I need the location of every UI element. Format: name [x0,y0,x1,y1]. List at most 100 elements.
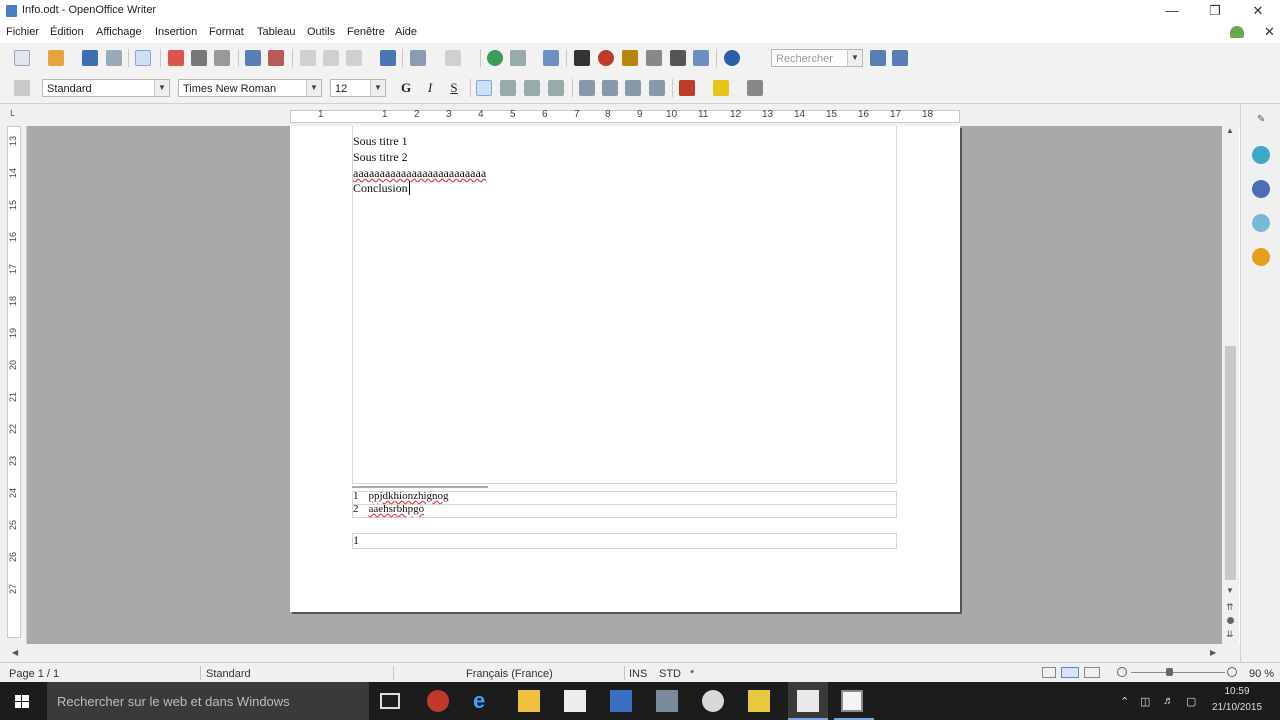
decrease-indent-icon[interactable] [625,80,641,96]
font-color-icon[interactable] [679,80,695,96]
menu-fenetre[interactable]: Fenêtre [347,26,385,38]
book-view-icon[interactable] [1084,667,1100,678]
scroll-right-icon[interactable]: ▶ [1210,648,1216,657]
menu-format[interactable]: Format [209,26,244,38]
navigation-icon[interactable] [1227,617,1234,624]
email-icon[interactable] [106,50,122,66]
insert-mode[interactable]: INS [629,668,647,680]
task-view-icon[interactable] [380,693,400,709]
zoom-slider-handle[interactable] [1166,668,1173,676]
network-icon[interactable]: ◫ [1140,695,1150,708]
navigator-panel-icon[interactable] [1252,248,1270,266]
folder-app-icon[interactable] [748,690,770,712]
openoffice-icon[interactable] [841,690,863,712]
align-left-icon[interactable] [476,80,492,96]
footnote-item[interactable]: 1 ppjdkhionzhignog [353,490,449,502]
app-window-icon[interactable] [656,690,678,712]
scroll-up-icon[interactable]: ▲ [1226,126,1234,135]
clone-formatting-icon[interactable] [380,50,396,66]
vertical-ruler[interactable]: 13 14 15 16 17 18 19 20 21 22 23 24 25 2… [0,126,27,644]
find-replace-icon[interactable] [574,50,590,66]
background-color-icon[interactable] [747,80,763,96]
chevron-down-icon[interactable]: ▼ [154,80,169,96]
search-input[interactable]: Rechercher ▼ [771,49,863,67]
bold-button[interactable]: G [398,80,414,96]
vertical-scrollbar[interactable]: ▲ ▼ ⇈ ⇊ [1222,126,1239,644]
show-hidden-icons[interactable]: ⌃ [1120,695,1129,708]
help-icon[interactable] [724,50,740,66]
file-explorer-icon[interactable] [518,690,540,712]
next-page-icon[interactable]: ⇊ [1226,629,1234,640]
close-document-icon[interactable]: ✕ [1264,24,1275,40]
previous-page-icon[interactable]: ⇈ [1226,602,1234,613]
open-icon[interactable] [48,50,64,66]
single-page-view-icon[interactable] [1042,667,1056,678]
undo-icon[interactable] [410,50,426,66]
nonprinting-chars-icon[interactable] [670,50,686,66]
media-app-icon[interactable] [427,690,449,712]
menu-aide[interactable]: Aide [395,26,417,38]
page-style[interactable]: Standard [206,668,251,680]
navigator-icon[interactable] [598,50,614,66]
clock-date[interactable]: 21/10/2015 [1212,702,1262,713]
multi-page-view-icon[interactable] [1061,667,1079,678]
doc-line[interactable]: aaaaaaaaaaaaaaaaaaaaaaaaa [353,166,486,181]
close-button[interactable]: ✕ [1236,0,1280,22]
page-count[interactable]: Page 1 / 1 [9,668,59,680]
copy-icon[interactable] [323,50,339,66]
store-icon[interactable] [564,690,586,712]
data-sources-icon[interactable] [646,50,662,66]
extension-update-icon[interactable] [1230,26,1244,38]
language-status[interactable]: Français (France) [466,668,553,680]
chevron-down-icon[interactable]: ▼ [847,50,862,66]
redo-icon[interactable] [445,50,461,66]
edit-file-icon[interactable] [135,50,151,66]
sidebar-menu-icon[interactable]: ✎ [1257,114,1265,125]
maximize-button[interactable]: ❐ [1193,0,1237,22]
menu-tableau[interactable]: Tableau [257,26,296,38]
new-document-icon[interactable] [14,50,30,66]
highlighting-icon[interactable] [713,80,729,96]
horizontal-scrollbar[interactable]: ◀ ▶ [0,644,1240,662]
table-icon[interactable] [510,50,526,66]
gallery-panel-icon[interactable] [1252,214,1270,232]
scroll-down-icon[interactable]: ▼ [1226,586,1234,595]
zoom-slider[interactable] [1131,672,1225,673]
zoom-in-icon[interactable] [1227,667,1237,677]
doc-line[interactable]: Conclusion [353,181,410,196]
scroll-left-icon[interactable]: ◀ [12,648,18,657]
chat-app-icon[interactable] [702,690,724,712]
bullets-icon[interactable] [602,80,618,96]
increase-indent-icon[interactable] [649,80,665,96]
justify-icon[interactable] [548,80,564,96]
menu-outils[interactable]: Outils [307,26,335,38]
spellcheck-icon[interactable] [245,50,261,66]
cut-icon[interactable] [300,50,316,66]
font-size-select[interactable]: 12 ▼ [330,79,386,97]
doc-line[interactable]: Sous titre 2 [353,150,408,165]
find-next-icon[interactable] [870,50,886,66]
show-draw-functions-icon[interactable] [543,50,559,66]
properties-icon[interactable] [1252,146,1270,164]
find-previous-icon[interactable] [892,50,908,66]
minimize-button[interactable]: — [1150,0,1194,22]
italic-button[interactable]: I [422,80,438,96]
paragraph-style-select[interactable]: Standard ▼ [42,79,170,97]
print-preview-icon[interactable] [214,50,230,66]
styles-formatting-icon[interactable] [14,80,30,96]
openoffice-writer-task-icon[interactable] [797,690,819,712]
scrollbar-thumb[interactable] [1225,346,1236,580]
auto-spellcheck-icon[interactable] [268,50,284,66]
chevron-down-icon[interactable]: ▼ [306,80,321,96]
tab-stop-selector-icon[interactable]: └ [8,110,14,120]
align-center-icon[interactable] [500,80,516,96]
footnote-area[interactable] [352,504,897,518]
menu-edition[interactable]: Édition [50,26,84,38]
zoom-out-icon[interactable] [1117,667,1127,677]
windows-start-icon[interactable] [15,695,29,708]
taskbar-search-input[interactable]: Rechercher sur le web et dans Windows [47,682,369,720]
paste-icon[interactable] [346,50,362,66]
doc-line[interactable]: Sous titre 1 [353,134,408,149]
footnote-item[interactable]: 2 aaehsrbhpgo [353,503,424,515]
menu-fichier[interactable]: Fichier [6,26,39,38]
